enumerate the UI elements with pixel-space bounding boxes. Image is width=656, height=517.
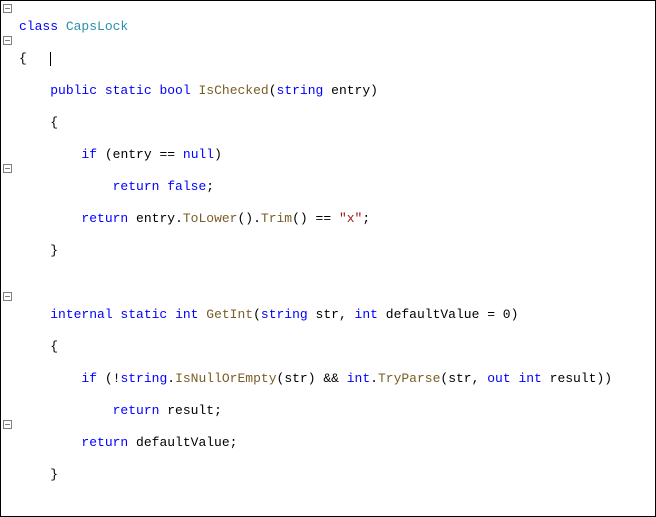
fold-gutter (1, 1, 17, 516)
fold-toggle-icon[interactable] (3, 420, 12, 429)
keyword-if: if (81, 371, 97, 386)
ident: result (167, 403, 214, 418)
ident: entry (136, 211, 175, 226)
keyword-if: if (81, 147, 97, 162)
keyword-return: return (113, 179, 160, 194)
modifiers: internal static (50, 307, 167, 322)
modifiers: public static (50, 83, 151, 98)
op: == (316, 211, 332, 226)
param-name: entry (331, 83, 370, 98)
fold-toggle-icon[interactable] (3, 292, 12, 301)
keyword-out: out (487, 371, 510, 386)
method-call: ToLower (183, 211, 238, 226)
fold-toggle-icon[interactable] (3, 36, 12, 45)
class-name: CapsLock (66, 19, 128, 34)
fold-toggle-icon[interactable] (3, 164, 12, 173)
method-call: IsNullOrEmpty (175, 371, 276, 386)
keyword-class: class (19, 19, 58, 34)
keyword-false: false (167, 179, 206, 194)
ident: result (550, 371, 597, 386)
text-cursor (50, 52, 51, 66)
keyword-return: return (81, 211, 128, 226)
op: == (159, 147, 175, 162)
param-type: int (355, 307, 378, 322)
param-type: string (277, 83, 324, 98)
type: int (518, 371, 541, 386)
keyword-return: return (81, 435, 128, 450)
param-type: string (261, 307, 308, 322)
type: int (347, 371, 370, 386)
keyword-return: return (113, 403, 160, 418)
method-call: TryParse (378, 371, 440, 386)
code-content[interactable]: class CapsLock { public static bool IsCh… (17, 1, 656, 516)
string-literal: "x" (339, 211, 362, 226)
method-name: GetInt (206, 307, 253, 322)
op: && (323, 371, 339, 386)
fold-toggle-icon[interactable] (3, 4, 12, 13)
return-type: bool (159, 83, 190, 98)
code-editor[interactable]: class CapsLock { public static bool IsCh… (0, 0, 656, 517)
default-value: 0 (503, 307, 511, 322)
return-type: int (175, 307, 198, 322)
ident: defaultValue (136, 435, 230, 450)
arg: str (448, 371, 471, 386)
ident: entry (113, 147, 152, 162)
method-call: Trim (261, 211, 292, 226)
param-name: str (316, 307, 339, 322)
type: string (120, 371, 167, 386)
param-name: defaultValue (386, 307, 480, 322)
arg: str (284, 371, 307, 386)
keyword-null: null (183, 147, 214, 162)
method-name: IsChecked (198, 83, 268, 98)
